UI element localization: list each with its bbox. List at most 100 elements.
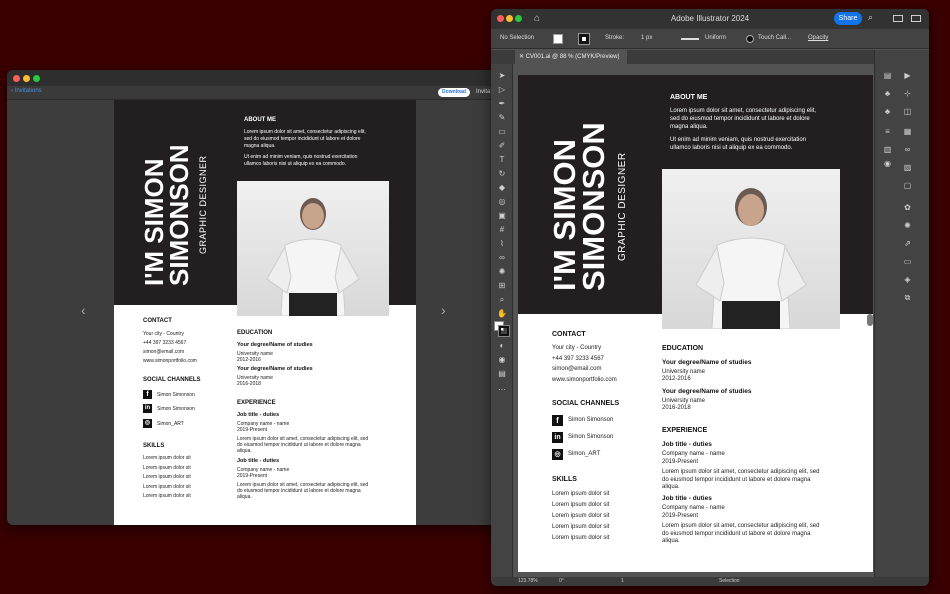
artboard-number[interactable]: 1: [621, 578, 624, 584]
cv-name: I'M SIMON SIMONSON: [139, 144, 194, 286]
rectangle-tool-icon[interactable]: ▭: [497, 128, 507, 136]
tools-panel: ➤ ▷ ✒ ✎ ▭ ✐ T ↻ ◆ ◎ ▣ # ⌇ ∞ ✺ ⊞ ⌕ ✋ ◐ ◉ …: [491, 64, 513, 577]
stroke-weight[interactable]: 1 px: [641, 35, 652, 41]
transform-panel-icon[interactable]: ⊹: [903, 90, 912, 98]
social-instagram: Simon_ART: [157, 421, 184, 427]
curvature-tool-icon[interactable]: ✎: [497, 114, 507, 122]
instagram-icon: ◎: [552, 449, 563, 460]
document-tab[interactable]: ✕ CV001.ai @ 88 % (CMYK/Preview): [515, 50, 627, 64]
opacity-link[interactable]: Opacity: [808, 35, 828, 41]
document-info-panel-icon[interactable]: ▢: [903, 182, 912, 190]
control-bar: No Selection Stroke: 1 px Uniform Touch …: [491, 29, 929, 49]
status-bar: 123.78% 0° 1 Selection: [491, 577, 929, 586]
social-facebook: Simon Simonson: [157, 392, 195, 398]
transparency-panel-icon[interactable]: ▥: [883, 146, 892, 154]
next-arrow-icon[interactable]: ›: [441, 302, 446, 318]
artboard-tool-icon[interactable]: ⊞: [497, 282, 507, 290]
stroke-swatch[interactable]: [578, 33, 590, 45]
mesh-tool-icon[interactable]: #: [497, 226, 507, 234]
about-heading: ABOUT ME: [244, 117, 276, 123]
fill-swatch[interactable]: [553, 34, 563, 44]
linkedin-icon: in: [143, 404, 152, 413]
zoom-tool-icon[interactable]: ⌕: [497, 296, 507, 304]
direct-selection-tool-icon[interactable]: ▷: [497, 86, 507, 94]
properties-panel-icon[interactable]: ▤: [883, 72, 892, 80]
education-heading: EDUCATION: [662, 345, 704, 352]
play-panel-icon[interactable]: ▶: [903, 72, 912, 80]
skills-list: Lorem ipsum dolor sit Lorem ipsum dolor s…: [552, 491, 610, 541]
experience-heading: EXPERIENCE: [662, 427, 708, 434]
degree-1: Your degree/Name of studies: [237, 342, 313, 348]
skills-heading: SKILLS: [552, 476, 577, 483]
symbol-sprayer-tool-icon[interactable]: ✺: [497, 268, 507, 276]
job-1-title: Job title - duties: [237, 412, 280, 418]
preview-titlebar: [7, 70, 500, 86]
profile-photo: [662, 169, 840, 329]
pen-tool-icon[interactable]: ✒: [497, 100, 507, 108]
social-facebook: Simon Simonson: [568, 417, 614, 423]
cv-artboard[interactable]: I'M SIMON SIMONSON GRAPHIC DESIGNER ABOUT…: [518, 75, 873, 572]
back-link[interactable]: ‹ Invitations: [11, 88, 42, 94]
selection-tool-icon[interactable]: ➤: [497, 72, 507, 80]
illustrator-window: ⌂ Adobe Illustrator 2024 Share ⌕ No Sele…: [491, 9, 929, 586]
symbols-panel-icon[interactable]: ♣: [883, 108, 892, 116]
layers-panel-icon[interactable]: ◈: [903, 276, 912, 284]
facebook-icon: f: [143, 390, 152, 399]
brushes-panel-icon[interactable]: ✺: [903, 222, 912, 230]
zoom-level[interactable]: 123.78%: [518, 578, 538, 584]
vertical-scrollbar-thumb[interactable]: [867, 314, 873, 326]
links-panel-icon[interactable]: ∞: [903, 146, 912, 154]
libraries-panel-icon[interactable]: ♣: [883, 90, 892, 98]
brush-name[interactable]: Touch Call...: [758, 35, 791, 41]
stroke-color-icon[interactable]: [498, 325, 510, 337]
experience-heading: EXPERIENCE: [237, 400, 276, 406]
paintbrush-tool-icon[interactable]: ✐: [497, 142, 507, 150]
eyedropper-tool-icon[interactable]: ⌇: [497, 240, 507, 248]
shape-builder-tool-icon[interactable]: ◎: [497, 198, 507, 206]
job-1-details: Company name - name 2019-Present Lorem ip…: [237, 421, 369, 454]
app-title: Adobe Illustrator 2024: [670, 14, 750, 23]
screen-mode-icon[interactable]: ▤: [497, 370, 507, 378]
hand-tool-icon[interactable]: ✋: [497, 310, 507, 318]
color-mode-icon[interactable]: ◐: [497, 342, 507, 350]
preview-toolbar: ‹ Invitations Download Invita: [7, 86, 500, 100]
download-button[interactable]: Download: [438, 88, 470, 97]
type-tool-icon[interactable]: T: [497, 156, 507, 164]
panels-icon[interactable]: [911, 15, 921, 22]
more-tools-icon[interactable]: …: [497, 384, 507, 392]
blend-tool-icon[interactable]: ∞: [497, 254, 507, 262]
artboards-panel-icon[interactable]: ⧉: [903, 294, 912, 302]
close-button[interactable]: [13, 75, 20, 82]
graphic-styles-panel-icon[interactable]: ▦: [903, 128, 912, 136]
color-panel-icon[interactable]: ✿: [903, 204, 912, 212]
draw-mode-icon[interactable]: ◉: [497, 356, 507, 364]
maximize-button[interactable]: [33, 75, 40, 82]
job-2-title: Job title - duties: [237, 458, 280, 464]
canvas-area[interactable]: I'M SIMON SIMONSON GRAPHIC DESIGNER ABOUT…: [513, 64, 874, 577]
degree-1: Your degree/Name of studies: [662, 359, 752, 366]
prev-arrow-icon[interactable]: ‹: [81, 302, 86, 318]
minimize-button[interactable]: [23, 75, 30, 82]
rotate-tool-icon[interactable]: ↻: [497, 170, 507, 178]
stroke-profile[interactable]: Uniform: [705, 35, 726, 41]
share-button[interactable]: Share: [834, 12, 862, 25]
rotation-value[interactable]: 0°: [559, 578, 564, 584]
pathfinder-panel-icon[interactable]: ◫: [903, 108, 912, 116]
swatches-panel-icon[interactable]: ▧: [903, 164, 912, 172]
about-text: Lorem ipsum dolor sit amet, consectetur …: [670, 108, 817, 151]
degree-2: Your degree/Name of studies: [662, 388, 752, 395]
social-linkedin: Simon Simonson: [157, 406, 195, 412]
eraser-tool-icon[interactable]: ◆: [497, 184, 507, 192]
export-panel-icon[interactable]: ⇗: [903, 240, 912, 248]
status-tool: Selection: [719, 578, 740, 584]
align-panel-icon[interactable]: ≡: [883, 128, 892, 136]
social-instagram: Simon_ART: [568, 451, 601, 457]
skills-list: Lorem ipsum dolor sit Lorem ipsum dolor s…: [143, 455, 191, 499]
appearance-panel-icon[interactable]: ◉: [883, 160, 892, 168]
arrange-icon[interactable]: [893, 15, 903, 22]
skills-heading: SKILLS: [143, 443, 165, 449]
search-icon[interactable]: ⌕: [868, 12, 873, 23]
asset-panel-icon[interactable]: ▭: [903, 258, 912, 266]
job-2-details: Company name - name 2019-Present Lorem ip…: [662, 505, 820, 544]
gradient-tool-icon[interactable]: ▣: [497, 212, 507, 220]
